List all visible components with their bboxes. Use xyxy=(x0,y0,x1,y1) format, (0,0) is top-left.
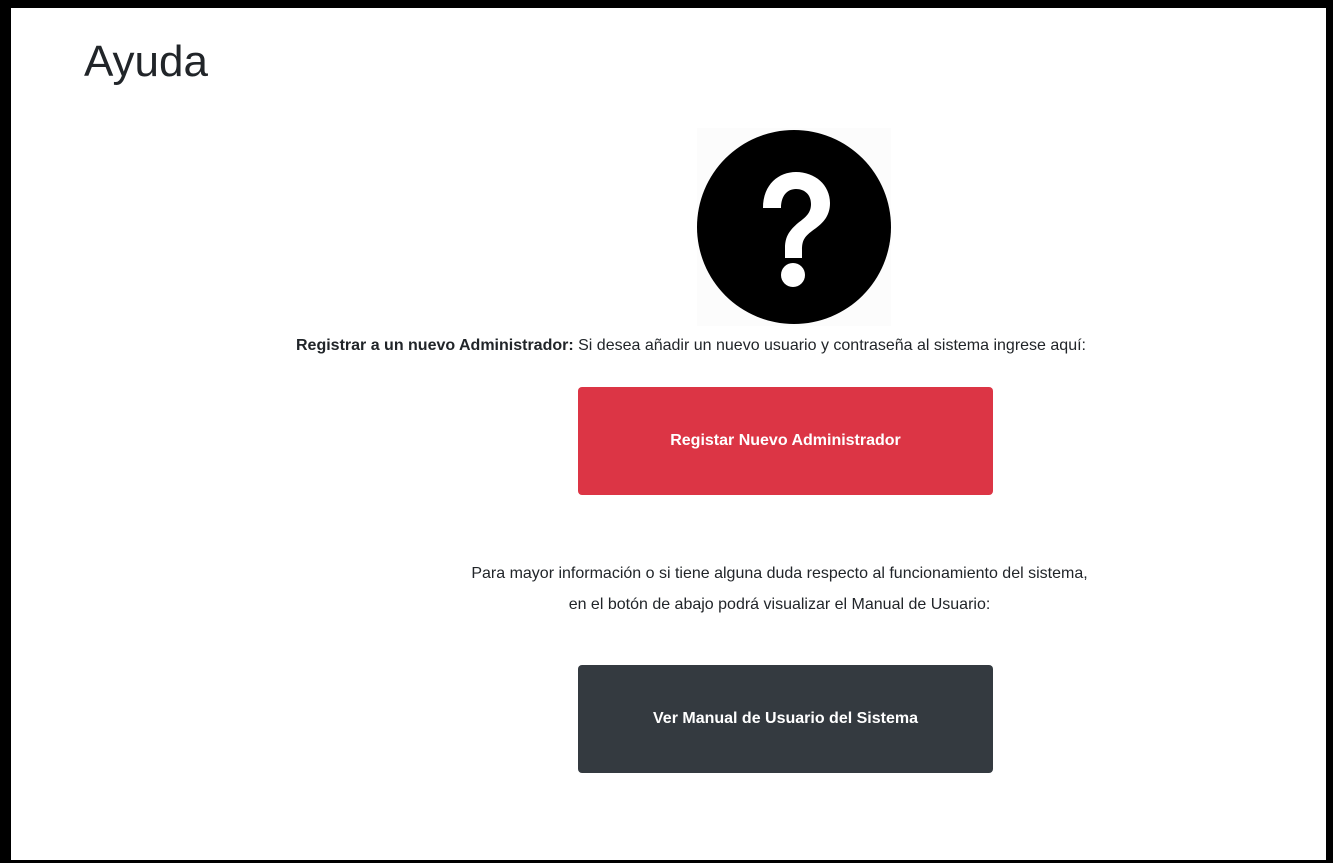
manual-description: Para mayor información o si tiene alguna… xyxy=(11,558,1333,620)
help-image xyxy=(697,128,891,326)
page-title: Ayuda xyxy=(84,37,208,86)
manual-description-line2: en el botón de abajo podrá visualizar el… xyxy=(568,596,991,613)
register-label: Registrar a un nuevo Administrador: xyxy=(296,337,574,354)
register-text: Si desea añadir un nuevo usuario y contr… xyxy=(573,337,1086,354)
register-admin-button[interactable]: Registar Nuevo Administrador xyxy=(578,387,993,495)
view-manual-button[interactable]: Ver Manual de Usuario del Sistema xyxy=(578,665,993,773)
question-circle-icon xyxy=(697,128,891,326)
register-description: Registrar a un nuevo Administrador: Si d… xyxy=(11,334,1333,358)
page-frame: Ayuda Registrar a un nuevo Administrador… xyxy=(0,0,1333,863)
manual-description-line1: Para mayor información o si tiene alguna… xyxy=(471,565,1088,582)
